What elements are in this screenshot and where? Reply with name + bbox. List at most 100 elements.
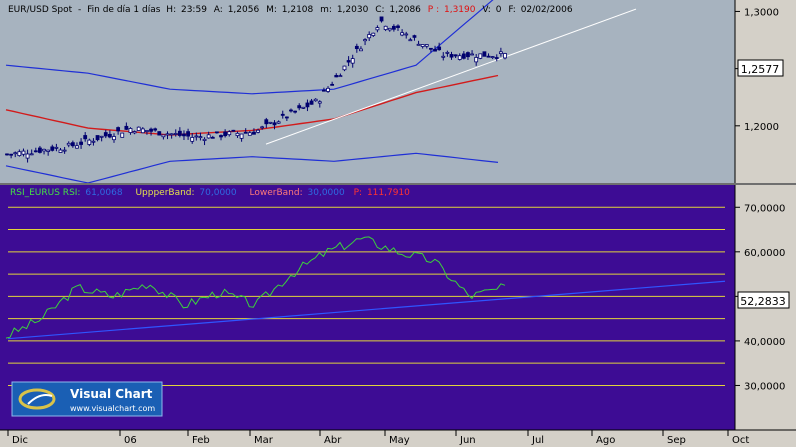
candle-body xyxy=(412,35,417,38)
rsi-value: 61,0068 xyxy=(85,188,122,198)
candle-body xyxy=(486,55,491,58)
candle-body xyxy=(420,44,425,47)
candle-body xyxy=(62,149,67,152)
candle-body xyxy=(173,133,178,135)
upper-band-label: UppperBand: xyxy=(135,188,194,198)
candle-body xyxy=(239,133,244,139)
candle-body xyxy=(153,128,158,131)
h-label: H: xyxy=(166,5,176,15)
candle-body xyxy=(297,105,302,109)
candle-body xyxy=(256,129,260,133)
price-panel[interactable]: 1,30001,25001,2000 1,2577 EUR/USD Spot -… xyxy=(0,0,796,184)
candle-body xyxy=(383,25,388,30)
candle-body xyxy=(210,136,215,139)
candle-body xyxy=(46,149,51,152)
logo-brand: Visual Chart xyxy=(70,387,153,401)
candle-body xyxy=(461,53,466,59)
candle-body xyxy=(107,133,112,138)
min-label: m: xyxy=(320,5,332,15)
candle-body xyxy=(124,125,129,130)
candle-body xyxy=(280,113,285,116)
candle-body xyxy=(503,53,507,59)
candle-body xyxy=(416,43,421,46)
panel-divider[interactable] xyxy=(0,183,796,185)
candle-body xyxy=(437,46,442,51)
f-value: 02/02/2006 xyxy=(521,5,573,15)
candle-body xyxy=(140,128,145,134)
price-axis-area xyxy=(735,0,796,183)
m-label: M: xyxy=(266,5,277,15)
candle-body xyxy=(408,39,413,42)
candle-body xyxy=(223,131,228,137)
candle-body xyxy=(322,89,326,92)
rsi-panel[interactable]: 70,000060,000050,000040,000030,0000 52,2… xyxy=(0,185,796,430)
candle-body xyxy=(367,34,372,39)
candle-body xyxy=(112,136,116,141)
candle-body xyxy=(268,121,273,124)
candle-body xyxy=(79,141,83,145)
candle-body xyxy=(177,130,182,136)
time-tick-label: Jul xyxy=(531,435,544,446)
candle-body xyxy=(91,140,96,143)
candle-body xyxy=(478,53,483,59)
candle-body xyxy=(338,75,343,78)
upper-band-value: 70,0000 xyxy=(199,188,236,198)
price-header: EUR/USD Spot - Fin de día 1 días H: 23:5… xyxy=(8,5,573,15)
candle-body xyxy=(29,153,34,156)
time-tick-label: Ago xyxy=(596,435,615,446)
candle-body xyxy=(145,130,149,132)
candle-body xyxy=(83,135,88,140)
candle-body xyxy=(494,57,499,59)
candle-body xyxy=(375,27,380,31)
candle-body xyxy=(429,47,433,50)
candle-body xyxy=(445,51,450,54)
rsi-name: RSI_EURUS RSI: xyxy=(10,188,80,198)
candle-body xyxy=(482,51,487,57)
price-current-label: 1,2577 xyxy=(741,63,780,76)
time-tick-label: May xyxy=(389,435,410,446)
candle-body xyxy=(243,131,248,134)
rsi-tick-label: 60,0000 xyxy=(744,248,785,259)
candle-body xyxy=(457,55,462,60)
lower-band-label: LowerBand: xyxy=(250,188,303,198)
candle-body xyxy=(9,153,14,156)
a-value: 1,2056 xyxy=(228,5,260,15)
candle-body xyxy=(33,150,38,153)
candle-body xyxy=(379,16,384,22)
h-value: 23:59 xyxy=(181,5,207,15)
candle-body xyxy=(70,142,75,147)
candle-body xyxy=(359,48,363,52)
candle-body xyxy=(190,137,195,142)
candle-body xyxy=(136,126,141,131)
time-tick-label: Abr xyxy=(324,435,342,446)
rsi-current-label: 52,2833 xyxy=(740,295,786,308)
candle-body xyxy=(326,87,330,92)
candle-body xyxy=(272,122,277,126)
candle-body xyxy=(309,100,314,105)
candle-body xyxy=(157,131,162,136)
p-label: P : xyxy=(428,5,439,15)
price-plot-area[interactable] xyxy=(0,0,735,183)
candle-body xyxy=(441,55,446,58)
candle-body xyxy=(396,25,400,28)
candle-body xyxy=(13,152,18,155)
candle-body xyxy=(25,153,30,159)
candle-body xyxy=(400,32,405,36)
candle-body xyxy=(453,54,458,57)
candle-body xyxy=(75,145,79,149)
lower-band-value: 30,0000 xyxy=(308,188,345,198)
candle-body xyxy=(182,133,186,137)
candle-body xyxy=(120,132,125,138)
candle-body xyxy=(449,54,454,58)
c-value: 1,2086 xyxy=(389,5,421,15)
time-tick-label: Dic xyxy=(12,435,28,446)
candle-body xyxy=(95,135,100,141)
candle-body xyxy=(42,148,46,152)
candle-body xyxy=(38,147,42,153)
candle-body xyxy=(194,135,199,138)
candle-body xyxy=(252,131,256,135)
candle-body xyxy=(289,109,293,112)
rsi-p-value: 111,7910 xyxy=(367,188,410,198)
candle-body xyxy=(235,132,240,137)
candle-body xyxy=(198,136,203,139)
